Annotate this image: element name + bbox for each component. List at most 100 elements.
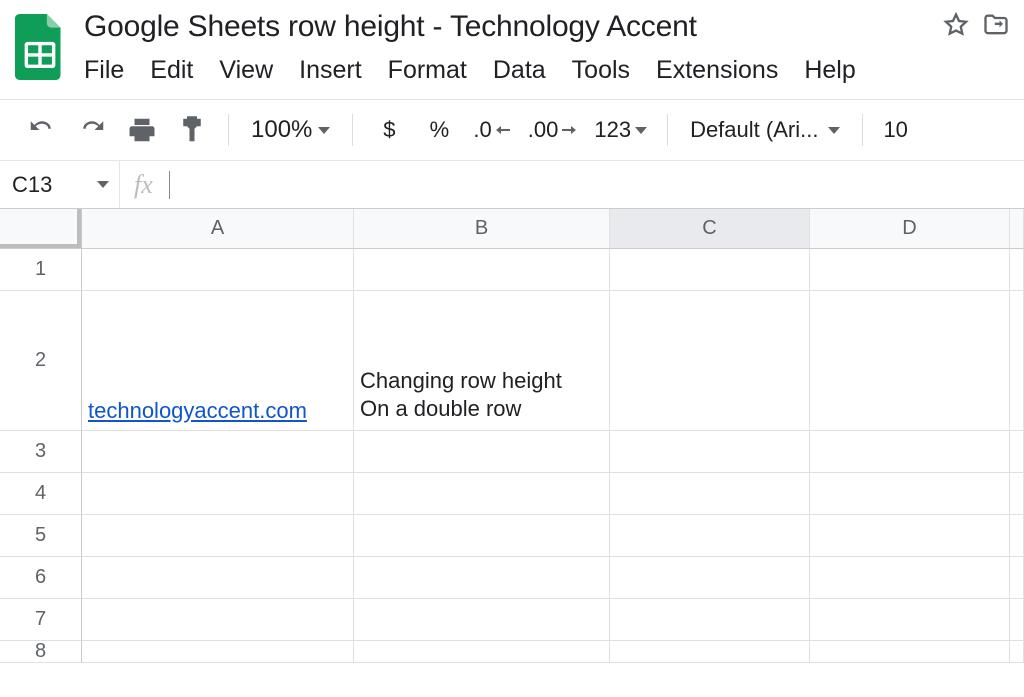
cell-A2[interactable]: technologyaccent.com: [82, 291, 354, 431]
sheets-logo-icon[interactable]: [14, 10, 66, 80]
move-icon[interactable]: [982, 11, 1010, 44]
menu-view[interactable]: View: [219, 56, 273, 85]
menu-extensions[interactable]: Extensions: [656, 56, 778, 85]
grid-body: A B C D technologyaccent.com Changing ro…: [82, 209, 1024, 663]
paint-format-button[interactable]: [172, 110, 212, 150]
row-header-7[interactable]: 7: [0, 599, 82, 641]
row-header-4[interactable]: 4: [0, 473, 82, 515]
menu-help[interactable]: Help: [804, 56, 855, 85]
cell-D8[interactable]: [810, 641, 1010, 663]
print-button[interactable]: [122, 110, 162, 150]
cell-D1[interactable]: [810, 249, 1010, 291]
chevron-down-icon: [97, 181, 109, 188]
cell-B5[interactable]: [354, 515, 610, 557]
formula-bar[interactable]: [170, 161, 1024, 208]
menu-edit[interactable]: Edit: [150, 56, 193, 85]
decrease-decimal-button[interactable]: .0: [469, 117, 513, 143]
cell-D7[interactable]: [810, 599, 1010, 641]
cell-A6[interactable]: [82, 557, 354, 599]
document-title[interactable]: Google Sheets row height - Technology Ac…: [84, 10, 697, 44]
spreadsheet-grid: 1 2 3 4 5 6 7 8 A B C D technologyaccent…: [0, 208, 1024, 663]
cell-D2[interactable]: [810, 291, 1010, 431]
menu-format[interactable]: Format: [388, 56, 467, 85]
separator: [667, 114, 668, 146]
number-format-dropdown[interactable]: 123: [590, 117, 651, 143]
number-format-label: 123: [594, 117, 631, 143]
undo-button[interactable]: [22, 110, 62, 150]
cell-A1[interactable]: [82, 249, 354, 291]
star-icon[interactable]: [942, 11, 970, 44]
col-header-partial[interactable]: [1010, 209, 1024, 249]
menu-file[interactable]: File: [84, 56, 124, 85]
cell-A4[interactable]: [82, 473, 354, 515]
cell-E5[interactable]: [1010, 515, 1024, 557]
cell-C1[interactable]: [610, 249, 810, 291]
row-header-1[interactable]: 1: [0, 249, 82, 291]
cell-C2[interactable]: [610, 291, 810, 431]
chevron-down-icon: [318, 127, 330, 134]
currency-button[interactable]: $: [369, 110, 409, 150]
header: Google Sheets row height - Technology Ac…: [0, 0, 1024, 85]
row-header-5[interactable]: 5: [0, 515, 82, 557]
row-header-6[interactable]: 6: [0, 557, 82, 599]
separator: [352, 114, 353, 146]
table-row: [82, 249, 1024, 291]
font-dropdown[interactable]: Default (Ari...: [684, 117, 846, 143]
cell-C5[interactable]: [610, 515, 810, 557]
cell-B3[interactable]: [354, 431, 610, 473]
menu-insert[interactable]: Insert: [299, 56, 362, 85]
row-header-8[interactable]: 8: [0, 641, 82, 663]
name-box[interactable]: C13: [0, 161, 120, 208]
col-header-A[interactable]: A: [82, 209, 354, 249]
increase-decimal-button[interactable]: .00: [524, 117, 581, 143]
cell-B8[interactable]: [354, 641, 610, 663]
cell-A8[interactable]: [82, 641, 354, 663]
cell-D5[interactable]: [810, 515, 1010, 557]
select-all-corner[interactable]: [0, 209, 82, 249]
table-row: [82, 599, 1024, 641]
cell-C8[interactable]: [610, 641, 810, 663]
cell-E8[interactable]: [1010, 641, 1024, 663]
cell-A5[interactable]: [82, 515, 354, 557]
cell-C4[interactable]: [610, 473, 810, 515]
cell-E6[interactable]: [1010, 557, 1024, 599]
menu-tools[interactable]: Tools: [572, 56, 630, 85]
col-header-D[interactable]: D: [810, 209, 1010, 249]
table-row: [82, 431, 1024, 473]
table-row: [82, 515, 1024, 557]
row-header-2[interactable]: 2: [0, 291, 82, 431]
cell-E4[interactable]: [1010, 473, 1024, 515]
cell-D6[interactable]: [810, 557, 1010, 599]
cell-E2[interactable]: [1010, 291, 1024, 431]
zoom-dropdown[interactable]: 100%: [245, 116, 336, 144]
cell-E7[interactable]: [1010, 599, 1024, 641]
header-content: Google Sheets row height - Technology Ac…: [84, 10, 1010, 85]
cell-C7[interactable]: [610, 599, 810, 641]
separator: [228, 114, 229, 146]
menu-data[interactable]: Data: [493, 56, 546, 85]
cell-A2-link[interactable]: technologyaccent.com: [88, 398, 307, 424]
cell-B7[interactable]: [354, 599, 610, 641]
cell-B2[interactable]: Changing row height On a double row: [354, 291, 610, 431]
cell-D4[interactable]: [810, 473, 1010, 515]
cell-B6[interactable]: [354, 557, 610, 599]
font-size-input[interactable]: 10: [879, 117, 911, 143]
cell-B4[interactable]: [354, 473, 610, 515]
cell-B1[interactable]: [354, 249, 610, 291]
cell-E1[interactable]: [1010, 249, 1024, 291]
cells-area: technologyaccent.com Changing row height…: [82, 249, 1024, 663]
table-row: [82, 473, 1024, 515]
decrease-decimal-label: .0: [473, 117, 491, 143]
cell-E3[interactable]: [1010, 431, 1024, 473]
column-headers: A B C D: [82, 209, 1024, 249]
redo-button[interactable]: [72, 110, 112, 150]
cell-C6[interactable]: [610, 557, 810, 599]
cell-D3[interactable]: [810, 431, 1010, 473]
col-header-C[interactable]: C: [610, 209, 810, 249]
cell-A3[interactable]: [82, 431, 354, 473]
cell-C3[interactable]: [610, 431, 810, 473]
percent-button[interactable]: %: [419, 110, 459, 150]
cell-A7[interactable]: [82, 599, 354, 641]
col-header-B[interactable]: B: [354, 209, 610, 249]
row-header-3[interactable]: 3: [0, 431, 82, 473]
